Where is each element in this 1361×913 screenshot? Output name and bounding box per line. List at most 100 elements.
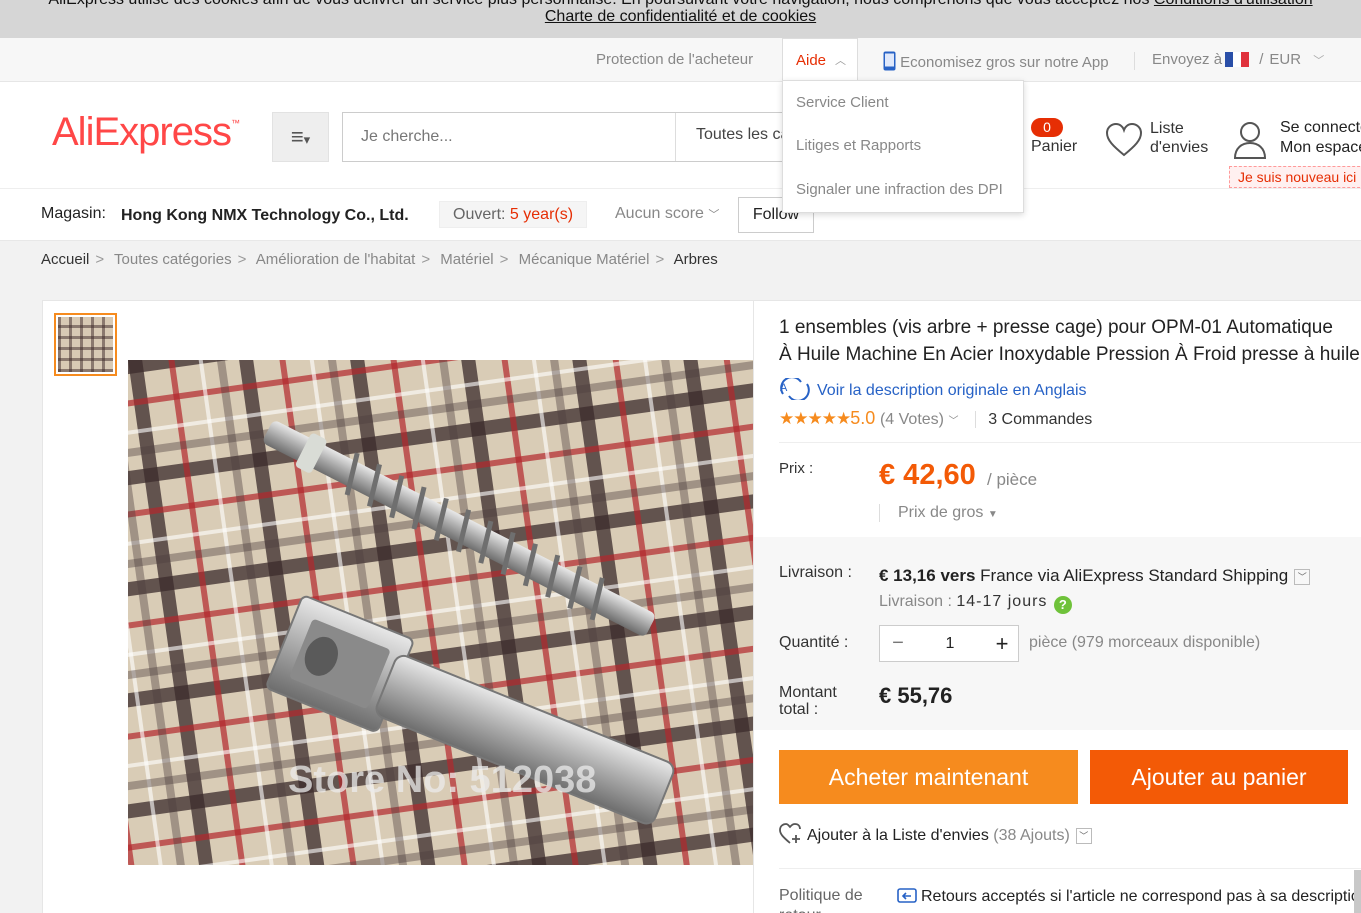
menu-item-customer-service[interactable]: Service Client xyxy=(796,94,889,111)
policy-text: Retours acceptés si l'article ne corresp… xyxy=(921,888,1361,905)
chevron-down-icon: ﹀ xyxy=(1313,55,1325,67)
bulk-price-dropdown[interactable]: Prix de gros ▼ xyxy=(879,504,998,522)
france-flag-icon xyxy=(1225,52,1250,67)
newbie-badge[interactable]: Je suis nouveau ici xyxy=(1229,166,1361,188)
chevron-up-icon: ︿ xyxy=(835,55,846,67)
buyer-protection-link[interactable]: Protection de l'acheteur xyxy=(596,51,753,68)
search-box: Toutes les catégories xyxy=(342,112,846,162)
cart-link[interactable]: Panier xyxy=(1031,138,1077,156)
votes-label: (4 Votes) xyxy=(879,411,944,428)
categories-menu-button[interactable]: ≡▾ xyxy=(272,112,329,162)
shipping-label: Livraison : xyxy=(779,564,852,581)
opened-value: 5 year(s) xyxy=(509,206,574,223)
availability: pièce (979 morceaux disponible) xyxy=(1029,634,1260,652)
login-line1: Se connecter xyxy=(1280,119,1361,136)
product-title-line2: À Huile Machine En Acier Inoxydable Pres… xyxy=(779,344,1360,365)
help-menu-tab[interactable]: Aide ︿ xyxy=(782,38,858,82)
terms-link[interactable]: Conditions d'utilisation xyxy=(1154,0,1313,8)
product-main-image[interactable]: Store No: 512038 xyxy=(128,360,753,865)
delivery-days: 14-17 jours xyxy=(956,593,1048,610)
user-icon[interactable] xyxy=(1232,120,1268,160)
wishlist-label: Ajouter à la Liste d'envies xyxy=(807,827,989,844)
rating-value: 5.0 xyxy=(850,408,876,428)
votes-dropdown[interactable]: (4 Votes) ﹀ xyxy=(880,411,958,428)
scrollbar[interactable] xyxy=(1354,870,1361,913)
return-icon xyxy=(897,888,917,903)
product-title-line1: 1 ensembles (vis arbre + presse cage) po… xyxy=(779,317,1333,338)
quantity-input[interactable]: 1 xyxy=(916,626,984,661)
breadcrumb-item[interactable]: Mécanique Matériel xyxy=(519,251,650,268)
breadcrumb-item[interactable]: Amélioration de l'habitat xyxy=(256,251,416,268)
add-to-cart-button[interactable]: Ajouter au panier xyxy=(1090,750,1348,804)
store-score-dropdown[interactable]: Aucun score ﹀ xyxy=(615,205,719,223)
wishlist-link[interactable]: Liste d'envies xyxy=(1150,119,1208,157)
caret-down-icon: ▼ xyxy=(987,509,998,520)
star-rating-icon: ★★★★★ xyxy=(779,409,851,428)
breadcrumb: Accueil > Toutes catégories > Amélioration… xyxy=(41,251,718,268)
caret-down-icon: ▾ xyxy=(303,132,311,147)
chevron-down-icon[interactable]: ﹀ xyxy=(1294,569,1311,585)
heart-plus-icon xyxy=(779,823,801,844)
help-label: Aide xyxy=(796,52,827,69)
chevron-down-icon[interactable]: ﹀ xyxy=(1075,828,1092,844)
total-label-line1: Montant xyxy=(779,684,837,701)
available-count: (979 morceaux disponible) xyxy=(1071,634,1261,651)
login-link[interactable]: Se connecter Mon espace xyxy=(1280,118,1361,158)
store-opened-badge: Ouvert: 5 year(s) xyxy=(439,201,588,228)
buy-now-button[interactable]: Acheter maintenant xyxy=(779,750,1078,804)
price-unit: / pièce xyxy=(987,470,1038,489)
price-value: € 42,60 xyxy=(879,459,976,491)
orders-count: 3 Commandes xyxy=(975,411,1093,428)
product-photo: Store No: 512038 xyxy=(128,360,753,865)
delivery-label: Livraison : xyxy=(879,593,952,610)
store-label: Magasin: xyxy=(41,205,106,222)
heart-icon[interactable] xyxy=(1105,122,1143,158)
product-thumbnail[interactable] xyxy=(54,313,117,376)
bulk-label: Prix de gros xyxy=(898,504,984,521)
breadcrumb-item[interactable]: Accueil xyxy=(41,251,89,268)
policy-label-line2: retour xyxy=(779,906,863,913)
delivery-info: Livraison : 14-17 jours ? xyxy=(879,593,1072,614)
total-value: € 55,76 xyxy=(879,683,953,708)
top-bar: Protection de l'acheteur Aide ︿ Economis… xyxy=(0,38,1361,82)
phone-icon xyxy=(883,51,896,71)
divider xyxy=(779,442,1361,443)
cart-count-badge: 0 xyxy=(1031,118,1063,137)
ship-to-label: Envoyez à xyxy=(1152,51,1223,68)
privacy-link[interactable]: Charte de confidentialité et de cookies xyxy=(0,8,1361,26)
currency-label: EUR xyxy=(1269,51,1302,68)
opened-label: Ouvert: xyxy=(453,206,506,223)
chevron-down-icon: ﹀ xyxy=(948,416,959,427)
aliexpress-logo[interactable]: AliExpress™ xyxy=(52,110,240,155)
store-name-link[interactable]: Hong Kong NMX Technology Co., Ltd. xyxy=(121,207,409,225)
currency-separator: / xyxy=(1259,51,1264,68)
unit-label: pièce xyxy=(1029,634,1068,651)
breadcrumb-item[interactable]: Matériel xyxy=(440,251,493,268)
help-dropdown: Service Client Litiges et Rapports Signa… xyxy=(782,80,1024,213)
ship-to-selector[interactable]: Envoyez à / EUR ﹀ xyxy=(1152,51,1324,68)
chevron-down-icon: ﹀ xyxy=(708,209,720,221)
shipping-method: France via AliExpress Standard Shipping xyxy=(980,566,1289,585)
divider xyxy=(779,868,1361,869)
score-label: Aucun score xyxy=(615,205,704,222)
menu-item-disputes[interactable]: Litiges et Rapports xyxy=(796,137,921,154)
decrease-button[interactable]: − xyxy=(880,626,916,661)
original-description-link[interactable]: A Voir la description originale en Anglai… xyxy=(779,376,1087,402)
increase-button[interactable]: + xyxy=(984,626,1020,661)
translate-icon: A xyxy=(780,376,810,402)
svg-text:A: A xyxy=(780,382,788,394)
header: AliExpress™ ≡▾ Toutes les catégories 0 P… xyxy=(0,82,1361,189)
product-title: 1 ensembles (vis arbre + presse cage) po… xyxy=(779,314,1361,368)
add-to-wishlist-link[interactable]: Ajouter à la Liste d'envies (38 Ajouts) ﹀ xyxy=(779,823,1092,845)
quantity-label: Quantité : xyxy=(779,634,849,651)
help-icon[interactable]: ? xyxy=(1053,596,1072,614)
login-line2: Mon espace xyxy=(1280,139,1361,156)
price-label: Prix : xyxy=(779,460,814,477)
total-label: Montant total : xyxy=(779,684,837,718)
app-link[interactable]: Economisez gros sur notre App xyxy=(883,51,1109,71)
menu-item-ip-report[interactable]: Signaler une infraction des DPI xyxy=(796,181,1003,198)
shipping-info[interactable]: € 13,16 vers France via AliExpress Stand… xyxy=(879,566,1311,586)
breadcrumb-item[interactable]: Toutes catégories xyxy=(114,251,232,268)
search-input[interactable] xyxy=(343,113,676,161)
wishlist-count: (38 Ajouts) xyxy=(993,827,1070,844)
